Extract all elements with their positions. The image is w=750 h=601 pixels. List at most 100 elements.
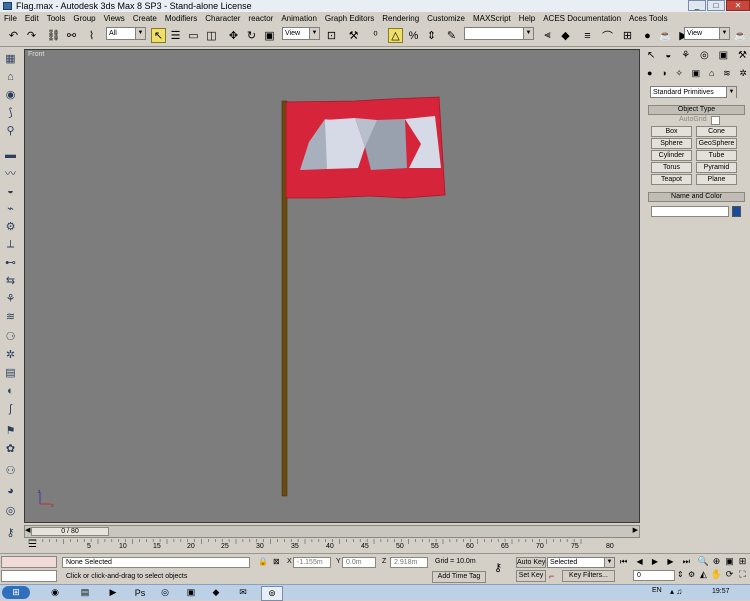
preview-animation-icon[interactable]: ⚇ — [3, 463, 18, 478]
select-object-icon[interactable]: ↖ — [151, 28, 166, 43]
cd-icon[interactable]: ◎ — [3, 503, 18, 518]
category-dropdown[interactable]: Standard Primitives ▼ — [650, 86, 737, 98]
create-tab-icon[interactable]: ↖ — [647, 50, 655, 64]
key-icon[interactable]: ⚷ — [3, 525, 18, 540]
helpers-icon[interactable]: ⌂ — [709, 68, 714, 80]
selection-filter-dropdown[interactable]: All ▼ — [106, 27, 146, 40]
render-view-dropdown[interactable]: View ▼ — [684, 27, 730, 40]
display-tab-icon[interactable]: ▣ — [719, 50, 728, 64]
redo-icon[interactable]: ↷ — [24, 28, 39, 43]
absolute-mode-icon[interactable]: ⊠ — [273, 557, 280, 566]
media-player-icon[interactable]: ▶ — [103, 586, 123, 599]
time-slider[interactable]: 0 / 80 ◀ ▶ — [24, 525, 640, 538]
utilities-tab-icon[interactable]: ⚒ — [738, 50, 747, 64]
current-frame-field[interactable]: 0 — [633, 570, 675, 581]
render-scene-icon[interactable]: ☕ — [658, 28, 673, 43]
pivot-center-icon[interactable]: ⊡ — [324, 28, 339, 43]
menu-reactor[interactable]: reactor — [244, 12, 277, 25]
lights-icon[interactable]: ✧ — [675, 68, 683, 80]
close-button[interactable]: ✕ — [726, 0, 750, 11]
minimize-button[interactable]: _ — [688, 0, 706, 11]
mirror-icon[interactable]: ⫷ — [540, 28, 555, 43]
cone-button[interactable]: Cone — [696, 126, 737, 137]
toy-car-icon[interactable]: ⚆ — [3, 329, 18, 344]
tube-button[interactable]: Tube — [696, 150, 737, 161]
unlink-icon[interactable]: ⚯ — [64, 28, 79, 43]
viewport-front[interactable]: Front z x — [24, 49, 640, 523]
maxscript-listener-mini[interactable] — [1, 556, 57, 568]
menu-animation[interactable]: Animation — [277, 12, 321, 25]
point-to-point-icon[interactable]: ⊷ — [3, 255, 18, 270]
menu-graph-editors[interactable]: Graph Editors — [321, 12, 378, 25]
cameras-icon[interactable]: ▣ — [692, 68, 701, 80]
plane-icon[interactable]: ▬ — [3, 147, 18, 162]
add-time-tag-button[interactable]: Add Time Tag — [432, 571, 486, 583]
app-icon-1[interactable]: ▣ — [181, 586, 201, 599]
time-configuration-icon[interactable]: ⚙ — [688, 570, 695, 579]
deforming-mesh-icon[interactable]: ⚲ — [3, 123, 18, 138]
key-mode-icon[interactable]: ⚷ — [494, 561, 502, 574]
tray-icons[interactable]: ▴ ♫ — [670, 587, 682, 596]
schematic-view-icon[interactable]: ⊞ — [620, 28, 635, 43]
key-mode-toggle-icon[interactable]: ⇕ — [677, 570, 684, 579]
maximize-viewport-icon[interactable]: ⛶ — [736, 569, 749, 582]
snaps-toggle-icon[interactable]: ⁰ — [368, 28, 383, 43]
menu-customize[interactable]: Customize — [423, 12, 469, 25]
motion-tab-icon[interactable]: ◎ — [700, 50, 709, 64]
object-type-rollout[interactable]: Object Type — [648, 105, 745, 115]
trackbar[interactable]: 5 10 15 20 25 30 35 40 45 50 55 60 65 70… — [24, 539, 634, 553]
rope-collection-icon[interactable]: ⟆ — [3, 105, 18, 120]
layer-manager-icon[interactable]: ≡ — [580, 28, 595, 43]
geometry-icon[interactable]: ● — [647, 68, 652, 80]
menu-tools[interactable]: Tools — [43, 12, 70, 25]
rope-modifier-icon[interactable]: ʃ — [3, 401, 18, 416]
menu-aces-documentation[interactable]: ACES Documentation — [539, 12, 625, 25]
zoom-icon[interactable]: 🔍 — [697, 556, 710, 569]
material-editor-icon[interactable]: ● — [640, 28, 655, 43]
set-key-button[interactable]: Set Key — [516, 570, 546, 582]
key-filters-button[interactable]: Key Filters... — [562, 570, 615, 582]
zoom-extents-all-icon[interactable]: ⊞ — [736, 556, 749, 569]
box-button[interactable]: Box — [651, 126, 692, 137]
curve-editor-icon[interactable]: ⌒ — [600, 28, 615, 43]
language-indicator[interactable]: EN — [652, 587, 662, 594]
select-and-scale-icon[interactable]: ▣ — [262, 28, 277, 43]
bind-space-warp-icon[interactable]: ⌇ — [84, 28, 99, 43]
menu-rendering[interactable]: Rendering — [378, 12, 423, 25]
go-to-start-icon[interactable]: ⏮ — [620, 557, 627, 568]
rectangular-selection-icon[interactable]: ▭ — [186, 28, 201, 43]
menu-aces-tools[interactable]: Aces Tools — [625, 12, 672, 25]
reference-coordinate-dropdown[interactable]: View ▼ — [282, 27, 320, 40]
spring-icon[interactable]: 〰 — [3, 165, 18, 180]
app-icon-3[interactable]: ✉ — [233, 586, 253, 599]
edit-named-selection-icon[interactable]: ✎ — [444, 28, 459, 43]
browser-icon[interactable]: ◉ — [45, 586, 65, 599]
soft-body-collection-icon[interactable]: ◉ — [3, 87, 18, 102]
app-icon[interactable] — [3, 2, 12, 10]
select-by-name-icon[interactable]: ☰ — [168, 28, 183, 43]
constraint-solver-icon[interactable]: ⚙ — [3, 219, 18, 234]
menu-character[interactable]: Character — [201, 12, 244, 25]
fracture-solver-icon[interactable]: ✲ — [3, 347, 18, 362]
menu-views[interactable]: Views — [100, 12, 129, 25]
angle-snap-icon[interactable]: △ — [388, 28, 403, 43]
object-color-swatch[interactable] — [732, 206, 741, 217]
autogrid-checkbox[interactable] — [711, 116, 720, 125]
undo-icon[interactable]: ↶ — [6, 28, 21, 43]
menu-group[interactable]: Group — [69, 12, 99, 25]
app-icon-2[interactable]: ◆ — [206, 586, 226, 599]
menu-edit[interactable]: Edit — [21, 12, 43, 25]
key-mode-dropdown[interactable]: Selected ▼ — [547, 557, 615, 568]
object-name-field[interactable] — [651, 206, 729, 217]
create-animation-icon[interactable]: ◕ — [3, 483, 18, 498]
select-and-move-icon[interactable]: ✥ — [226, 28, 241, 43]
arc-rotate-icon[interactable]: ⟳ — [723, 569, 736, 582]
menu-create[interactable]: Create — [129, 12, 161, 25]
explorer-icon[interactable]: ▤ — [75, 586, 95, 599]
next-frame-arrow-icon[interactable]: ▶ — [633, 526, 638, 534]
water-icon[interactable]: ⌁ — [3, 201, 18, 216]
lock-selection-icon[interactable]: 🔒 — [258, 557, 268, 566]
select-and-link-icon[interactable]: ⛓ — [46, 28, 61, 43]
menu-modifiers[interactable]: Modifiers — [161, 12, 201, 25]
rigid-body-collection-icon[interactable]: ▦ — [3, 51, 18, 66]
